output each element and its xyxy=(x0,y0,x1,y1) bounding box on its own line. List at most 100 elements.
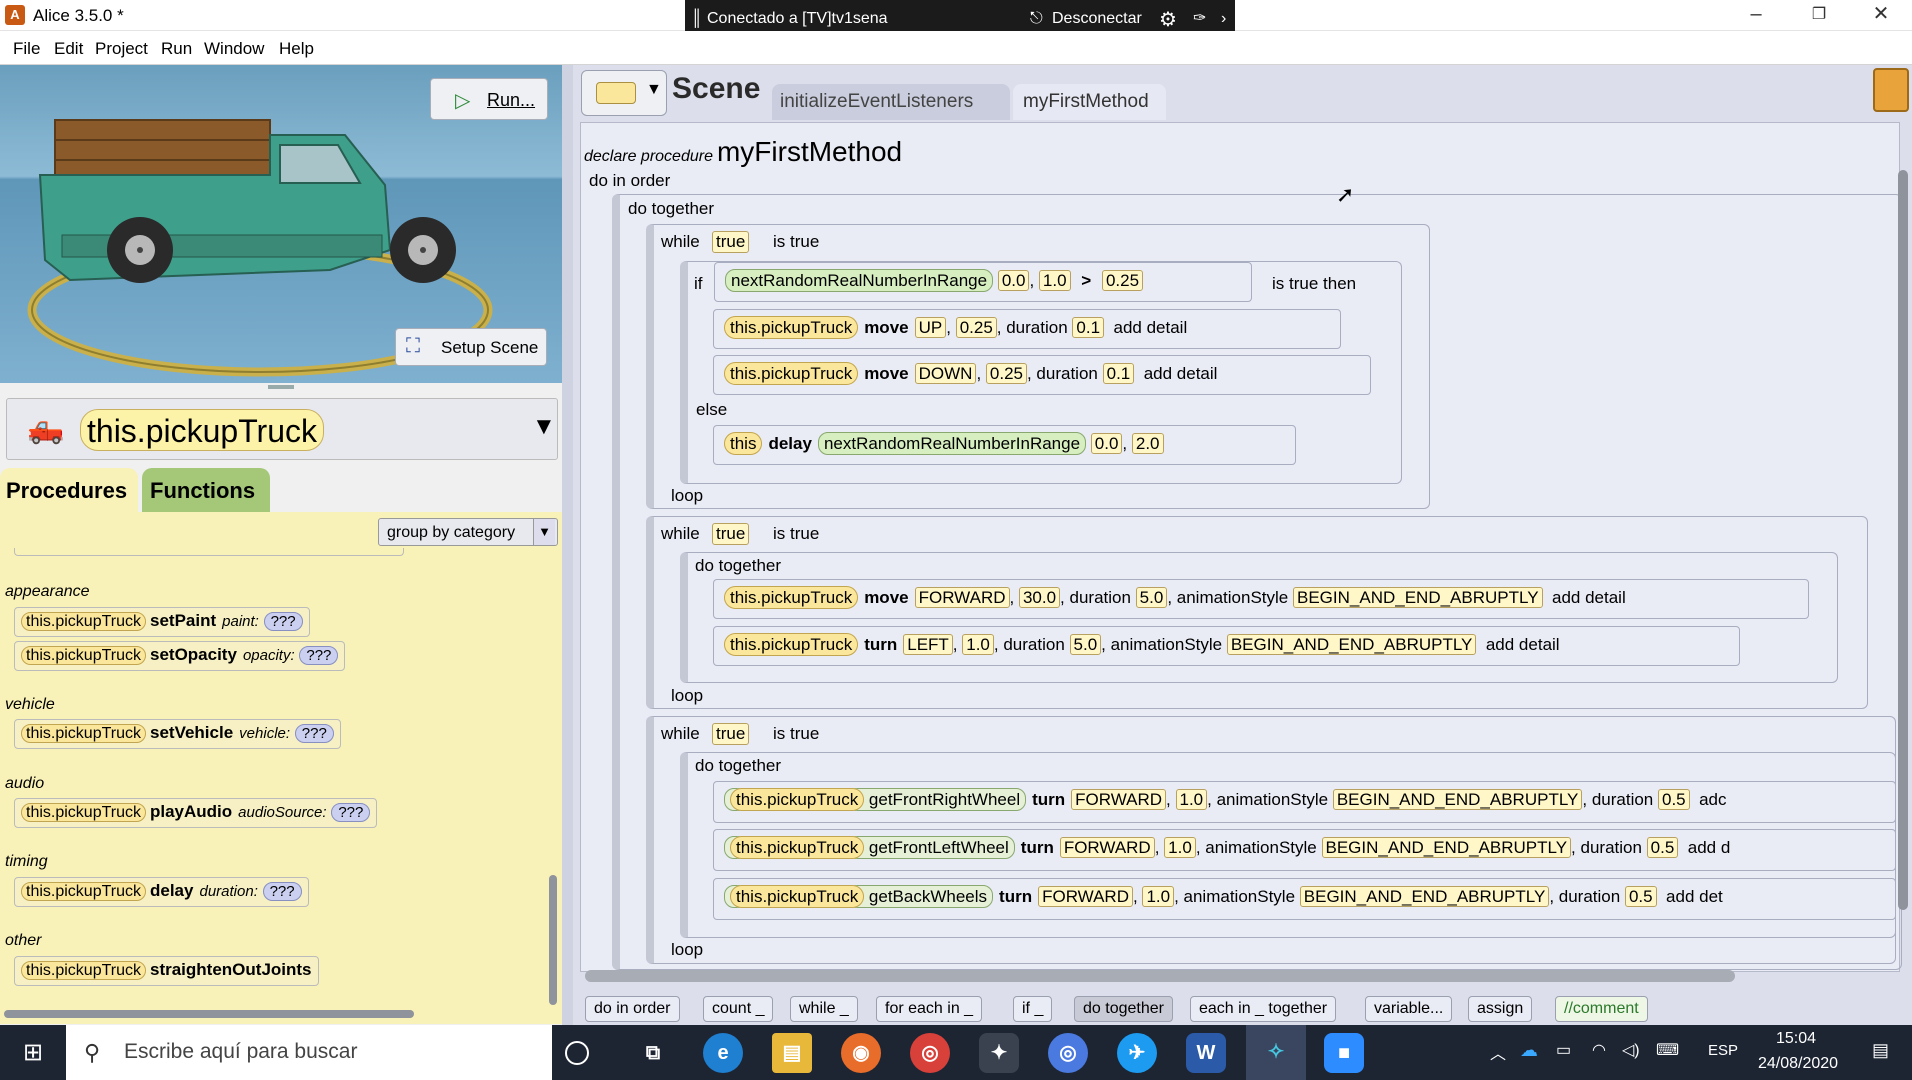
procedure-straightenoutjoints[interactable]: this.pickupTruck straightenOutJoints xyxy=(14,956,319,986)
object-chip[interactable]: this.pickupTruck xyxy=(21,724,146,743)
game-icon[interactable]: ✦ xyxy=(979,1033,1019,1073)
duration-value[interactable]: 0.5 xyxy=(1624,886,1657,907)
palette-variable[interactable]: variable... xyxy=(1365,996,1453,1022)
object-chip[interactable]: this.pickupTruck xyxy=(724,362,859,385)
group-by-select[interactable]: group by category ▼ xyxy=(378,518,558,546)
amount-value[interactable]: 0.25 xyxy=(955,317,997,338)
object-chip[interactable]: this.pickupTruck xyxy=(724,586,859,609)
max-value[interactable]: 2.0 xyxy=(1131,433,1164,454)
firefox-icon[interactable]: ◉ xyxy=(841,1033,881,1073)
add-detail-button[interactable]: add det xyxy=(1666,887,1723,906)
chevron-right-icon[interactable]: › xyxy=(1221,10,1226,28)
object-chip[interactable]: this.pickupTruck xyxy=(724,633,859,656)
chrome-icon[interactable]: ◎ xyxy=(910,1033,950,1073)
amount-value[interactable]: 1.0 xyxy=(1142,886,1175,907)
animation-style-value[interactable]: BEGIN_AND_END_ABRUPTLY xyxy=(1321,837,1572,858)
palette-assign[interactable]: assign xyxy=(1468,996,1533,1022)
procedure-setopacity[interactable]: this.pickupTruck setOpacity opacity: ??? xyxy=(14,641,346,671)
chromium-icon[interactable]: ◎ xyxy=(1048,1033,1088,1073)
clock-time[interactable]: 15:04 xyxy=(1776,1030,1816,1048)
duration-value[interactable]: 5.0 xyxy=(1069,634,1102,655)
notifications-icon[interactable]: ▤ xyxy=(1872,1040,1889,1061)
animation-style-value[interactable]: BEGIN_AND_END_ABRUPTLY xyxy=(1293,587,1543,608)
procedure-setpaint[interactable]: this.pickupTruck setPaint paint: ??? xyxy=(14,607,310,637)
windows-start-icon[interactable]: ⊞ xyxy=(0,1025,66,1080)
add-detail-button[interactable]: add detail xyxy=(1114,318,1188,337)
add-detail-button[interactable]: add detail xyxy=(1144,364,1218,383)
tab-my-first-method[interactable]: myFirstMethod xyxy=(1013,84,1166,120)
min-value[interactable]: 0.0 xyxy=(1090,433,1123,454)
palette-do-together[interactable]: do together xyxy=(1074,996,1173,1022)
setup-scene-button[interactable]: ⛶ Setup Scene xyxy=(395,328,547,366)
move-up-statement[interactable]: this.pickupTruck move UP, 0.25, duration 0… xyxy=(713,309,1341,349)
close-icon[interactable]: ✕ xyxy=(1850,0,1912,31)
procedures-vscroll[interactable] xyxy=(549,875,557,1005)
object-chip[interactable]: this.pickupTruck xyxy=(21,882,146,901)
menu-run[interactable]: Run xyxy=(161,39,192,59)
palette-for-each[interactable]: for each in _ xyxy=(876,996,983,1022)
direction-value[interactable]: FORWARD xyxy=(914,587,1010,608)
condition-true[interactable]: true xyxy=(712,723,750,745)
keyboard-icon[interactable]: ⌨ xyxy=(1656,1040,1679,1060)
move-down-statement[interactable]: this.pickupTruck move DOWN, 0.25, duration… xyxy=(713,355,1371,395)
onedrive-icon[interactable]: ☁ xyxy=(1520,1040,1538,1061)
direction-value[interactable]: FORWARD xyxy=(1059,837,1155,858)
duration-value[interactable]: 0.5 xyxy=(1658,789,1690,810)
object-chip[interactable]: this.pickupTruck xyxy=(724,316,859,339)
max-value[interactable]: 1.0 xyxy=(1038,270,1071,291)
procedure-playaudio[interactable]: this.pickupTruck playAudio audioSource: ??… xyxy=(14,798,378,828)
dropdown-arrow-icon[interactable]: ▼ xyxy=(532,413,556,441)
add-detail-button[interactable]: add detail xyxy=(1486,635,1560,654)
random-function-chip[interactable]: nextRandomRealNumberInRange xyxy=(817,432,1087,455)
taskbar-search-box[interactable]: Escribe aquí para buscar xyxy=(66,1025,552,1080)
menu-edit[interactable]: Edit xyxy=(54,39,83,59)
palette-do-in-order[interactable]: do in order xyxy=(585,996,680,1022)
condition-true[interactable]: true xyxy=(712,231,750,253)
front-right-wheel-turn-statement[interactable]: this.pickupTruck getFrontRightWheel turn F… xyxy=(713,781,1896,823)
procedures-hscroll[interactable] xyxy=(4,1010,414,1018)
param-placeholder[interactable]: ??? xyxy=(299,646,339,665)
param-placeholder[interactable]: ??? xyxy=(263,612,303,631)
direction-value[interactable]: FORWARD xyxy=(1038,886,1133,907)
duration-value[interactable]: 0.1 xyxy=(1102,363,1135,384)
animation-style-value[interactable]: BEGIN_AND_END_ABRUPTLY xyxy=(1332,789,1583,810)
front-left-wheel-turn-statement[interactable]: this.pickupTruck getFrontLeftWheel turn FO… xyxy=(713,829,1896,871)
minimize-icon[interactable]: – xyxy=(1725,0,1787,31)
edge-icon[interactable]: e xyxy=(703,1033,743,1073)
editor-vscroll[interactable] xyxy=(1898,170,1908,910)
tab-procedures[interactable]: Procedures xyxy=(0,468,138,512)
delay-statement[interactable]: this delay nextRandomRealNumberInRange 0.0… xyxy=(713,425,1296,465)
object-chip[interactable]: this.pickupTruck xyxy=(730,836,865,859)
clipboard-icon[interactable] xyxy=(1873,68,1909,112)
type-selector-button[interactable]: ▼ xyxy=(581,70,667,116)
random-function-chip[interactable]: nextRandomRealNumberInRange xyxy=(725,269,994,292)
procedure-delay[interactable]: this.pickupTruck delay duration: ??? xyxy=(14,877,309,907)
selected-object-name[interactable]: this.pickupTruck xyxy=(80,409,324,451)
object-chip[interactable]: this.pickupTruck xyxy=(21,961,146,980)
file-explorer-icon[interactable]: ▤ xyxy=(772,1033,812,1073)
amount-value[interactable]: 1.0 xyxy=(962,634,994,655)
duration-value[interactable]: 0.5 xyxy=(1646,837,1679,858)
get-part-chip[interactable]: this.pickupTruck getBackWheels xyxy=(724,885,994,908)
add-detail-button[interactable]: adc xyxy=(1699,790,1726,809)
object-chip[interactable]: this.pickupTruck xyxy=(730,788,865,811)
object-chip[interactable]: this.pickupTruck xyxy=(21,612,146,631)
teamviewer-handle[interactable]: ║ xyxy=(691,10,702,28)
amount-value[interactable]: 1.0 xyxy=(1175,789,1208,810)
twitter-icon[interactable]: ✈ xyxy=(1117,1033,1157,1073)
disconnect-icon[interactable]: ⎋ xyxy=(1030,10,1043,28)
cortana-icon[interactable] xyxy=(565,1041,589,1065)
object-chip[interactable]: this.pickupTruck xyxy=(21,803,146,822)
get-part-chip[interactable]: this.pickupTruck getFrontRightWheel xyxy=(724,788,1027,811)
language-indicator[interactable]: ESP xyxy=(1708,1042,1738,1059)
direction-value[interactable]: FORWARD xyxy=(1071,789,1167,810)
settings-icon[interactable]: ⚙ xyxy=(1159,7,1177,32)
menu-help[interactable]: Help xyxy=(279,39,314,59)
tab-initialize-event-listeners[interactable]: initializeEventListeners xyxy=(772,84,1010,120)
amount-value[interactable]: 0.25 xyxy=(985,363,1027,384)
animation-style-value[interactable]: BEGIN_AND_END_ABRUPTLY xyxy=(1299,886,1550,907)
amount-value[interactable]: 30.0 xyxy=(1018,587,1061,608)
restore-icon[interactable]: ❐ xyxy=(1788,0,1850,31)
volume-icon[interactable]: ◁) xyxy=(1622,1040,1640,1060)
back-wheels-turn-statement[interactable]: this.pickupTruck getBackWheels turn FORWAR… xyxy=(713,878,1896,920)
